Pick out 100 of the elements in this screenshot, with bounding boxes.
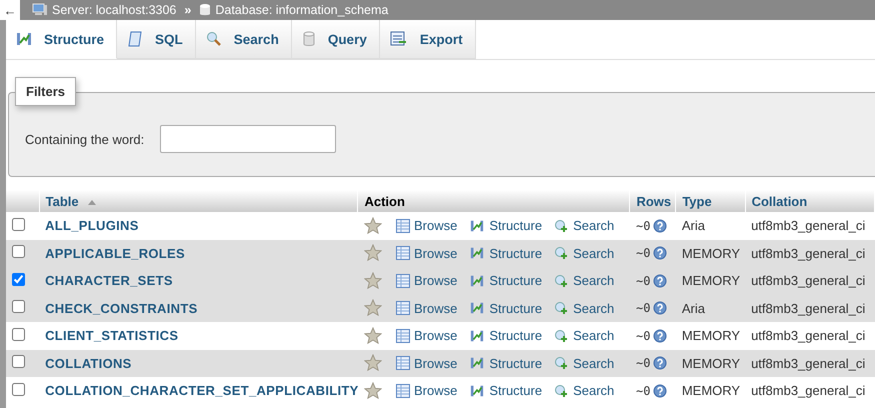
engine-type: MEMORY bbox=[682, 273, 740, 288]
browse-link[interactable]: Browse bbox=[396, 218, 458, 234]
collation-text: utf8mb3_general_ci bbox=[751, 246, 866, 261]
search-link[interactable]: Search bbox=[554, 383, 614, 398]
breadcrumb-link[interactable]: Database: information_schema bbox=[215, 3, 388, 17]
row-count: ~0 bbox=[636, 218, 650, 233]
structure-icon bbox=[469, 218, 486, 233]
search-link[interactable]: Search bbox=[554, 356, 614, 371]
star-icon[interactable] bbox=[364, 272, 382, 290]
filter-label: Containing the word: bbox=[25, 132, 144, 146]
filters-legend: Filters bbox=[15, 77, 76, 106]
browse-link[interactable]: Browse bbox=[396, 273, 458, 288]
search-link[interactable]: Search bbox=[554, 218, 614, 234]
table-icon bbox=[396, 246, 410, 260]
search-link[interactable]: Search bbox=[554, 246, 614, 261]
browse-link[interactable]: Browse bbox=[396, 383, 458, 398]
table-icon bbox=[396, 274, 410, 288]
structure-icon bbox=[469, 301, 486, 316]
row-checkbox[interactable] bbox=[12, 300, 25, 314]
structure-icon bbox=[469, 356, 486, 370]
row-checkbox[interactable] bbox=[12, 328, 25, 341]
help-icon[interactable] bbox=[652, 301, 667, 316]
search-plus-icon bbox=[554, 328, 570, 343]
star-icon[interactable] bbox=[364, 244, 382, 262]
table-name-link[interactable]: ALL_PLUGINS bbox=[45, 218, 139, 234]
star-icon[interactable] bbox=[364, 326, 382, 345]
monitor-icon bbox=[32, 3, 48, 17]
star-icon[interactable] bbox=[364, 299, 382, 318]
engine-type: Aria bbox=[682, 218, 705, 234]
tab[interactable]: Search bbox=[196, 20, 292, 59]
row-checkbox[interactable] bbox=[12, 245, 25, 258]
row-checkbox[interactable] bbox=[12, 218, 25, 231]
row-count: ~0 bbox=[636, 274, 650, 288]
tab[interactable]: Export bbox=[380, 20, 476, 59]
row-checkbox[interactable] bbox=[12, 382, 25, 396]
collation-text: utf8mb3_general_ci bbox=[751, 218, 866, 234]
browse-link[interactable]: Browse bbox=[396, 356, 458, 371]
help-icon[interactable] bbox=[652, 384, 667, 398]
browse-link[interactable]: Browse bbox=[396, 300, 458, 316]
search-plus-icon bbox=[554, 246, 570, 260]
help-icon[interactable] bbox=[652, 356, 667, 370]
search-link[interactable]: Search bbox=[554, 273, 614, 288]
structure-link[interactable]: Structure bbox=[469, 218, 542, 234]
help-icon[interactable] bbox=[652, 218, 667, 233]
table-name-link[interactable]: COLLATION_CHARACTER_SET_APPLICABILITY bbox=[45, 383, 359, 398]
structure-link[interactable]: Structure bbox=[469, 356, 542, 371]
table-icon bbox=[396, 218, 410, 233]
structure-link[interactable]: Structure bbox=[469, 383, 542, 398]
structure-icon bbox=[469, 246, 486, 260]
browse-link[interactable]: Browse bbox=[396, 328, 458, 344]
collation-text: utf8mb3_general_ci bbox=[751, 273, 866, 288]
breadcrumb-separator: » bbox=[184, 3, 192, 17]
breadcrumb-link[interactable]: Server: localhost:3306 bbox=[52, 3, 176, 17]
row-count: ~0 bbox=[636, 356, 650, 370]
table-name-link[interactable]: COLLATIONS bbox=[45, 356, 132, 371]
structure-link[interactable]: Structure bbox=[469, 300, 542, 316]
search-link[interactable]: Search bbox=[554, 300, 614, 316]
sort-ascending-icon[interactable] bbox=[88, 200, 96, 205]
help-icon[interactable] bbox=[652, 246, 667, 260]
search-icon bbox=[206, 31, 222, 47]
export-icon bbox=[390, 31, 408, 47]
row-count: ~0 bbox=[636, 384, 650, 398]
row-checkbox[interactable] bbox=[12, 272, 25, 286]
tab[interactable]: Query bbox=[292, 20, 380, 59]
collation-text: utf8mb3_general_ci bbox=[751, 383, 866, 398]
help-icon[interactable] bbox=[652, 328, 667, 343]
search-link[interactable]: Search bbox=[554, 328, 614, 344]
star-icon[interactable] bbox=[364, 216, 382, 235]
table-header: Action bbox=[358, 190, 630, 212]
star-icon[interactable] bbox=[364, 382, 382, 400]
structure-icon bbox=[16, 31, 32, 47]
engine-type: MEMORY bbox=[682, 383, 740, 398]
table-header[interactable]: Table bbox=[39, 190, 358, 212]
search-plus-icon bbox=[554, 218, 570, 233]
row-count: ~0 bbox=[636, 246, 650, 260]
database-icon bbox=[302, 31, 316, 47]
structure-link[interactable]: Structure bbox=[469, 246, 542, 261]
structure-icon bbox=[469, 274, 486, 288]
table-header[interactable]: Type bbox=[676, 190, 746, 212]
row-count: ~0 bbox=[636, 328, 650, 343]
table-header[interactable]: Collation bbox=[745, 190, 874, 212]
row-count: ~0 bbox=[636, 301, 650, 316]
star-icon[interactable] bbox=[364, 354, 382, 372]
table-icon bbox=[396, 328, 410, 343]
search-plus-icon bbox=[554, 301, 570, 316]
database-icon bbox=[199, 3, 212, 17]
engine-type: Aria bbox=[682, 300, 705, 316]
row-checkbox[interactable] bbox=[12, 355, 25, 368]
search-plus-icon bbox=[554, 384, 570, 398]
help-icon[interactable] bbox=[652, 274, 667, 288]
browse-link[interactable]: Browse bbox=[396, 246, 458, 261]
table-icon bbox=[396, 384, 410, 398]
filter-input[interactable] bbox=[160, 125, 336, 153]
engine-type: MEMORY bbox=[682, 356, 740, 371]
structure-icon bbox=[469, 328, 486, 343]
tab[interactable]: SQL bbox=[117, 20, 196, 59]
structure-link[interactable]: Structure bbox=[469, 273, 542, 288]
table-name-link[interactable]: CLIENT_STATISTICS bbox=[45, 328, 178, 344]
search-plus-icon bbox=[554, 356, 570, 370]
structure-link[interactable]: Structure bbox=[469, 328, 542, 344]
